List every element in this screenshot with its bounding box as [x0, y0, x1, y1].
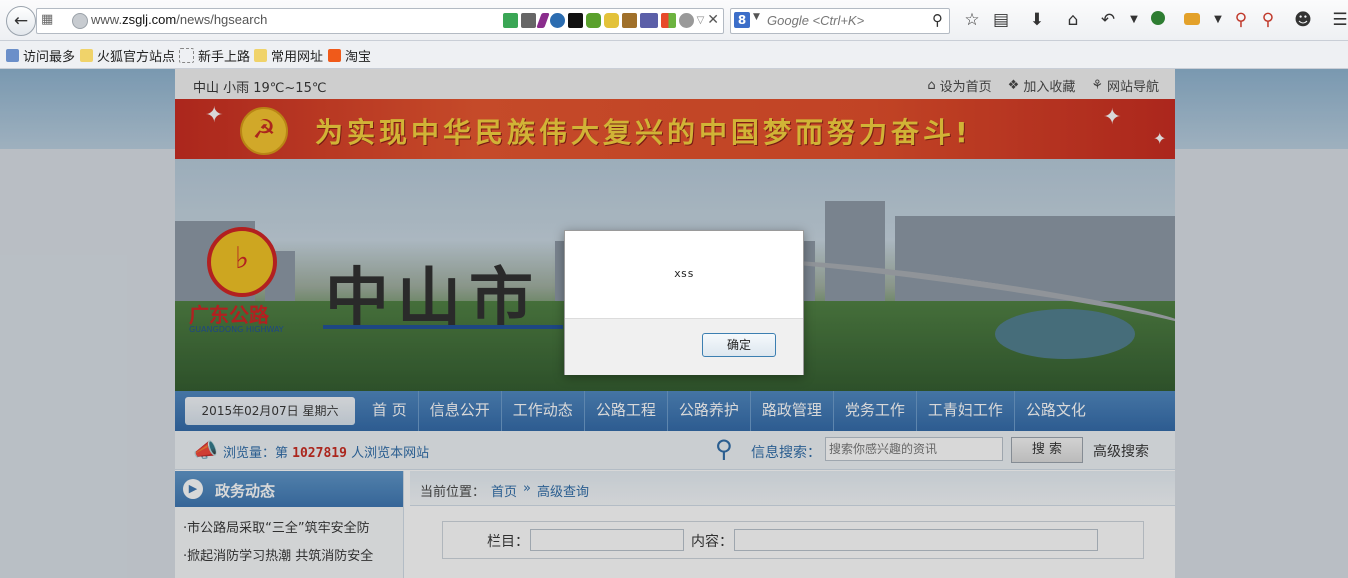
alert-dialog: xss 确定	[564, 230, 804, 375]
reader-icon[interactable]: ▤	[991, 10, 1011, 30]
square-icon[interactable]	[567, 12, 583, 28]
bookmarks-toolbar: 访问最多 火狐官方站点 新手上路 常用网址 淘宝	[0, 41, 1348, 69]
zoom-out-icon[interactable]: ⚲	[1258, 10, 1278, 30]
dropdown-icon[interactable]: ▼	[1124, 10, 1144, 30]
address-bar[interactable]: ▦ www.zsglj.com/news/hgsearch ▽ ✕	[36, 8, 724, 34]
moon-icon[interactable]	[549, 12, 565, 28]
close-icon[interactable]: ✕	[707, 12, 719, 28]
search-icon[interactable]: ⚲	[932, 11, 943, 29]
lock-icon[interactable]	[603, 12, 619, 28]
php-icon[interactable]	[639, 12, 658, 28]
search-placeholder: Google <Ctrl+K>	[767, 13, 865, 28]
camel-icon[interactable]	[621, 12, 637, 28]
bookmark-label: 淘宝	[345, 50, 372, 65]
bookmark-label: 常用网址	[271, 50, 324, 65]
shield-check-icon[interactable]	[502, 12, 518, 28]
globe-icon	[72, 13, 88, 29]
url-text[interactable]: www.zsglj.com/news/hgsearch	[91, 12, 267, 27]
bookmark-folder-icon	[6, 49, 19, 62]
pen-icon[interactable]	[535, 12, 550, 28]
bookmark-label: 新手上路	[198, 50, 251, 65]
bookmark-label: 访问最多	[23, 50, 76, 65]
urlbar-addon-icons: ▽ ✕	[502, 12, 719, 28]
gear-icon[interactable]	[678, 12, 694, 28]
browser-toolbar: ← ▦ www.zsglj.com/news/hgsearch ▽ ✕ 8 ▼ …	[0, 0, 1348, 41]
menu-icon[interactable]: ☰	[1330, 10, 1348, 30]
bookmark-common-sites[interactable]: 常用网址	[254, 46, 323, 65]
windows-icon[interactable]	[660, 12, 676, 28]
folder-icon	[254, 49, 267, 62]
smile-icon[interactable]: ☻	[1293, 10, 1313, 30]
bookmark-taobao[interactable]: 淘宝	[328, 46, 371, 65]
web-search-box[interactable]: 8 ▼ Google <Ctrl+K> ⚲	[730, 8, 950, 34]
bookmark-firefox-official[interactable]: 火狐官方站点	[80, 46, 175, 65]
bookmark-label: 火狐官方站点	[97, 50, 176, 65]
taobao-icon	[328, 49, 341, 62]
blank-page-icon	[179, 48, 194, 63]
dropdown-icon[interactable]: ▽	[697, 15, 705, 26]
home-icon[interactable]: ⌂	[1063, 10, 1083, 30]
folder-icon	[80, 49, 93, 62]
bookmark-most-visited[interactable]: 访问最多	[6, 46, 75, 65]
bookmark-getting-started[interactable]: 新手上路	[179, 46, 250, 65]
download-icon[interactable]: ⬇	[1027, 10, 1047, 30]
alert-footer: 确定	[565, 318, 803, 375]
chevron-down-icon[interactable]: ▼	[753, 12, 760, 22]
zoom-in-icon[interactable]: ⚲	[1231, 10, 1251, 30]
qr-icon[interactable]	[520, 12, 536, 28]
green-ball-icon[interactable]	[1148, 10, 1168, 30]
tab-groups-icon[interactable]: ▦	[41, 13, 55, 27]
alert-message: xss	[674, 267, 694, 280]
bug-icon[interactable]	[1182, 10, 1202, 30]
undo-icon[interactable]: ↶	[1098, 10, 1118, 30]
search-engine-icon[interactable]: 8	[734, 12, 750, 28]
ok-button[interactable]: 确定	[702, 333, 776, 357]
lock-icon[interactable]	[585, 12, 601, 28]
dropdown-icon[interactable]: ▼	[1208, 10, 1228, 30]
star-icon[interactable]: ☆	[962, 10, 982, 30]
back-arrow-icon: ←	[13, 11, 29, 31]
back-button[interactable]: ←	[6, 6, 36, 36]
